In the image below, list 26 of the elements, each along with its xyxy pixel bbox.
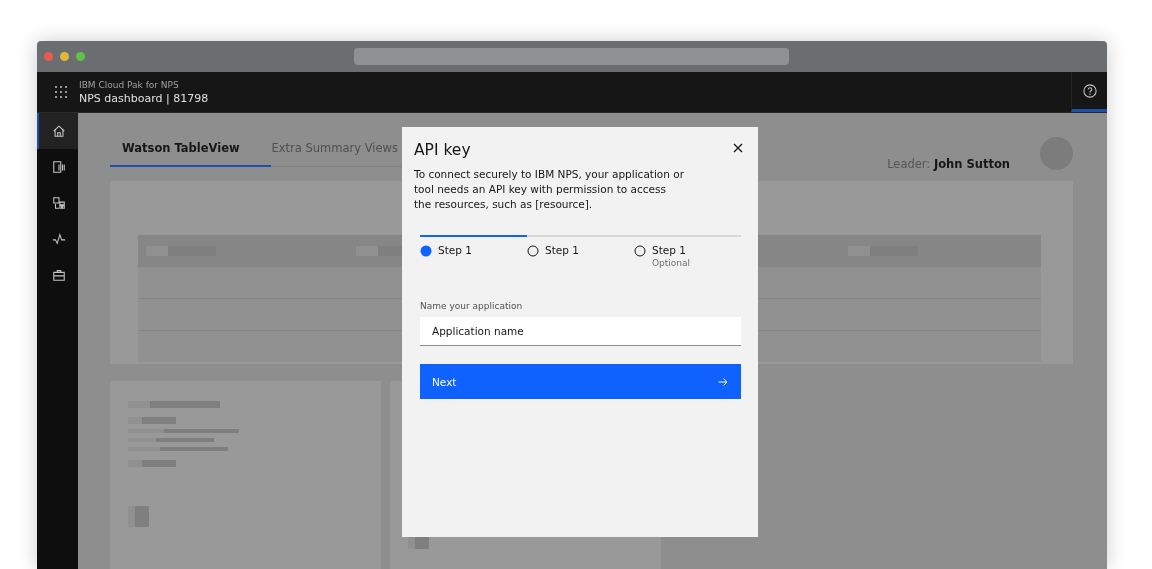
dialog-title: API key [414, 141, 471, 159]
application-name-field[interactable]: Application name [420, 317, 741, 346]
progress-step[interactable]: Step 1 [420, 235, 527, 268]
home-icon [51, 124, 66, 138]
circle-icon [527, 245, 539, 257]
sidebar-home-button[interactable] [37, 113, 78, 149]
circle-icon [634, 245, 646, 257]
next-button[interactable]: Next [420, 364, 741, 399]
columns-icon [51, 160, 66, 174]
product-name: IBM Cloud Pak for NPS [79, 79, 180, 90]
activity-icon [51, 232, 66, 246]
briefcase-icon [51, 268, 66, 282]
leader-name: Leader: John Sutton [887, 157, 1010, 171]
close-icon[interactable] [733, 143, 743, 153]
arrow-right-icon [718, 376, 728, 387]
field-label: Name your application [420, 301, 524, 311]
minimize-window-icon[interactable] [60, 52, 69, 61]
dashboard-title: NPS dashboard | 81798 [79, 91, 209, 105]
progress-step[interactable]: Step 1 Optional [634, 235, 741, 268]
dialog-description: To connect securely to IBM NPS, your application or tool needs an API key with permission to access the resources, such as [resource]. [414, 167, 684, 212]
app-switcher-icon[interactable] [55, 86, 67, 98]
filled-circle-icon [420, 245, 432, 257]
tab[interactable]: Watson TableView [110, 141, 272, 167]
blocks-icon [51, 196, 66, 210]
progress-step[interactable]: Step 1 [527, 235, 634, 268]
help-icon [1082, 83, 1097, 98]
